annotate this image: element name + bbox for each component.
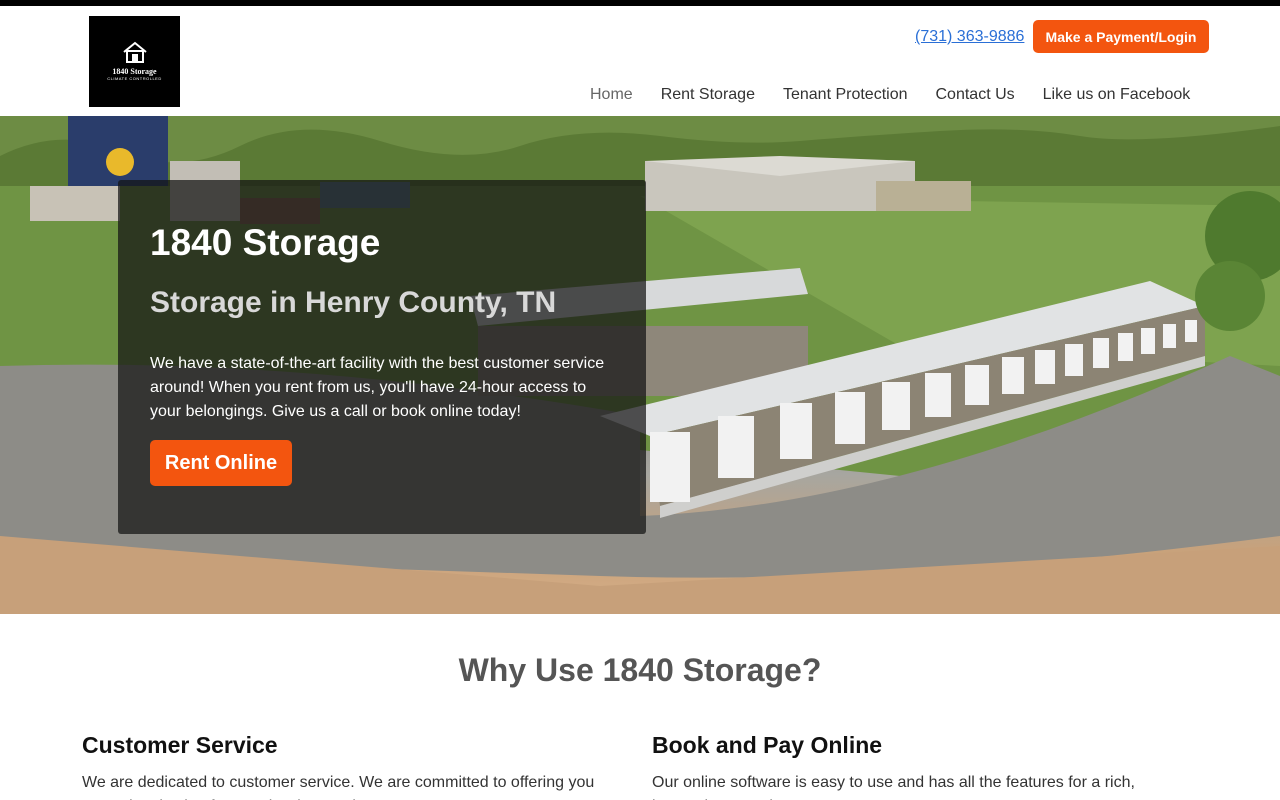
make-payment-login-button[interactable]: Make a Payment/Login: [1033, 20, 1209, 53]
nav-facebook[interactable]: Like us on Facebook: [1029, 86, 1205, 108]
site-header: 1840 Storage CLIMATE CONTROLLED (731) 36…: [0, 6, 1280, 116]
feature-text: Our online software is easy to use and h…: [652, 774, 1135, 800]
logo-name: 1840 Storage: [112, 67, 157, 76]
feature-customer-service: Customer Service We are dedicated to cus…: [82, 732, 622, 800]
house-icon: [122, 41, 147, 63]
feature-book-pay-online: Book and Pay Online Our online software …: [652, 732, 1192, 800]
nav-tenant-protection[interactable]: Tenant Protection: [769, 86, 922, 108]
main-nav: Home Rent Storage Tenant Protection Cont…: [576, 86, 1204, 108]
hero-description: We have a state-of-the-art facility with…: [150, 355, 605, 420]
phone-link[interactable]: (731) 363-9886: [915, 28, 1024, 46]
nav-contact-us[interactable]: Contact Us: [922, 86, 1029, 108]
hero-title: 1840 Storage: [150, 222, 381, 263]
logo-tagline: CLIMATE CONTROLLED: [107, 76, 162, 81]
nav-home[interactable]: Home: [576, 86, 647, 108]
hero-subtitle: Storage in Henry County, TN: [150, 286, 557, 319]
hero-overlay-panel: 1840 Storage Storage in Henry County, TN…: [118, 180, 646, 534]
hero-section: 1840 Storage Storage in Henry County, TN…: [0, 116, 1280, 614]
feature-text: We are dedicated to customer service. We…: [82, 774, 595, 800]
rent-online-button[interactable]: Rent Online: [150, 440, 292, 486]
feature-title: Book and Pay Online: [652, 732, 883, 758]
why-heading: Why Use 1840 Storage?: [458, 652, 822, 688]
nav-rent-storage[interactable]: Rent Storage: [647, 86, 769, 108]
feature-title: Customer Service: [82, 732, 278, 758]
site-logo[interactable]: 1840 Storage CLIMATE CONTROLLED: [89, 16, 180, 107]
